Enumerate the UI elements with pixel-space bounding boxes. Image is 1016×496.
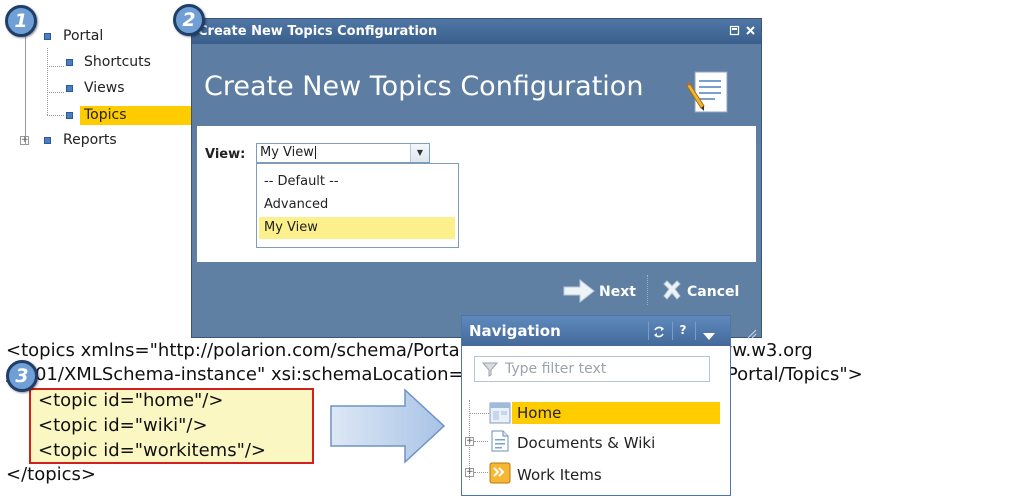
cancel-x-icon[interactable]: [661, 279, 683, 301]
code-topic-home: <topic id="home"/>: [38, 390, 224, 411]
view-dropdown-list: -- Default -- Advanced My View: [256, 163, 459, 248]
maximize-icon[interactable]: [729, 25, 740, 36]
cancel-button[interactable]: Cancel: [687, 284, 739, 300]
help-icon[interactable]: ?: [676, 322, 690, 338]
titlebar-divider: [648, 322, 649, 340]
code-closing-tag: </topics>: [6, 464, 96, 485]
view-select[interactable]: My View ▼: [256, 143, 430, 163]
create-topics-dialog: Create New Topics Configuration Create N…: [191, 18, 762, 339]
navigation-panel: Navigation ? Type filter text Home + Doc…: [461, 315, 731, 496]
view-label: View:: [205, 147, 246, 162]
tree-connector: [47, 48, 48, 115]
dropdown-option-my-view[interactable]: My View: [259, 217, 455, 239]
code-line-2: /2001/XMLSchema-instance" xsi:schemaLoca…: [6, 364, 863, 385]
next-button[interactable]: Next: [599, 284, 636, 300]
expand-icon[interactable]: +: [20, 136, 29, 145]
expand-icon[interactable]: +: [465, 468, 474, 477]
tree-connector: [469, 413, 489, 414]
step-3-badge: 3: [6, 360, 38, 392]
filter-input[interactable]: Type filter text: [474, 356, 710, 382]
filter-placeholder: Type filter text: [505, 361, 607, 377]
tree-connector: [474, 441, 488, 442]
documents-icon: [489, 430, 511, 452]
nav-item-documents-wiki[interactable]: Documents & Wiki: [517, 434, 655, 452]
document-pencil-icon: [685, 68, 733, 118]
tree-item-portal[interactable]: Portal: [63, 28, 103, 44]
filter-icon: [481, 361, 499, 377]
dropdown-option-default[interactable]: -- Default --: [259, 171, 455, 193]
dialog-title: Create New Topics Configuration: [198, 24, 438, 39]
text-cursor: [314, 146, 316, 159]
nav-item-home[interactable]: Home: [517, 404, 561, 422]
dialog-heading: Create New Topics Configuration: [204, 71, 644, 102]
tree-connector: [25, 30, 26, 145]
titlebar-divider: [695, 322, 696, 340]
nav-item-work-items[interactable]: Work Items: [517, 466, 602, 484]
view-select-value: My View: [260, 145, 314, 160]
arrow-right-icon[interactable]: [563, 278, 595, 304]
code-topic-wiki: <topic id="wiki"/>: [38, 415, 208, 436]
home-page-icon: [489, 402, 511, 424]
tree-connector: [474, 472, 488, 473]
close-icon[interactable]: [745, 25, 756, 36]
navigation-title: Navigation: [469, 322, 561, 340]
tree-item-views[interactable]: Views: [84, 80, 125, 96]
step-2-badge: 2: [173, 4, 205, 36]
chevron-down-icon[interactable]: ▼: [410, 144, 429, 162]
tree-connector: [47, 115, 64, 116]
code-topic-workitems: <topic id="workitems"/>: [38, 440, 267, 461]
tree-connector: [47, 92, 64, 93]
portal-node-icon: [44, 33, 51, 40]
resize-grip-icon[interactable]: [747, 324, 757, 339]
tree-item-shortcuts[interactable]: Shortcuts: [84, 54, 151, 70]
menu-down-icon[interactable]: [702, 326, 716, 340]
dialog-titlebar: Create New Topics Configuration: [192, 19, 761, 44]
tree-item-topics[interactable]: Topics: [84, 107, 127, 123]
work-items-icon: [489, 462, 511, 484]
big-arrow-icon: [329, 388, 447, 464]
expand-icon[interactable]: +: [465, 437, 474, 446]
reports-node-icon: [44, 137, 51, 144]
step-1-badge: 1: [5, 5, 37, 37]
titlebar-divider: [672, 322, 673, 340]
tree-item-reports[interactable]: Reports: [63, 132, 117, 148]
topics-node-icon: [66, 112, 73, 119]
dropdown-option-advanced[interactable]: Advanced: [259, 194, 455, 216]
views-node-icon: [66, 85, 73, 92]
dialog-body: View: My View ▼ -- Default -- Advanced M…: [197, 126, 756, 262]
refresh-icon[interactable]: [652, 324, 666, 338]
shortcuts-node-icon: [66, 59, 73, 66]
footer-divider: [647, 275, 648, 305]
tree-connector: [47, 66, 64, 67]
